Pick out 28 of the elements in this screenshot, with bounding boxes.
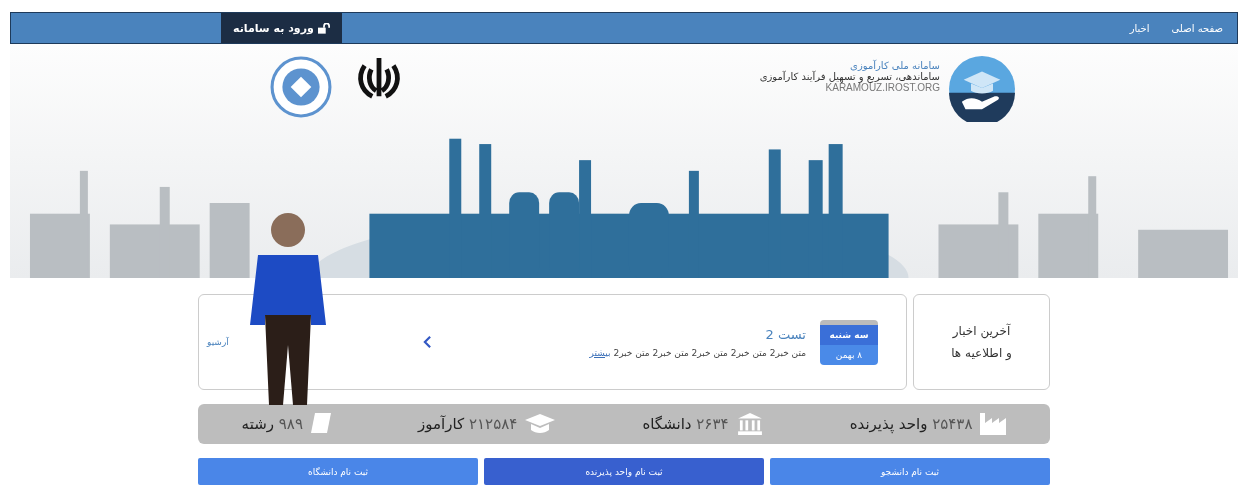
site-url: KARAMOUZ.IROST.ORG (825, 82, 940, 93)
graduation-cap-hand-logo-icon (946, 56, 1018, 122)
graduation-cap-icon (525, 414, 556, 434)
day-label: ۸ بهمن (820, 344, 878, 365)
news-title: تست 2 (765, 326, 806, 342)
site-title: سامانه ملی کارآموزی (849, 60, 940, 71)
login-button[interactable]: ورود به سامانه (221, 13, 342, 43)
unlock-icon (317, 22, 330, 34)
stat-text: ۲۵۴۳۸ واحد پذیرنده (849, 415, 973, 433)
university-icon (736, 413, 763, 435)
register-button[interactable]: ثبت نام واحد پذیرنده (484, 458, 764, 485)
stat-text: ۹۸۹ رشته (241, 415, 303, 433)
register-button[interactable]: ثبت نام دانشگاه (198, 458, 478, 485)
stat-text: ۲۱۲۵۸۴ کارآموز (418, 415, 518, 433)
site-subtitle: ساماندهی، تسریع و تسهیل فرآیند کارآموزی (759, 71, 940, 82)
ministry-logo-icon (270, 56, 332, 118)
weekday-label: سه شنبه (820, 324, 878, 345)
nav-link[interactable]: اخبار (1129, 22, 1150, 34)
stat-text: ۲۶۳۴ دانشگاه (642, 415, 729, 433)
book-icon (310, 413, 331, 435)
chevron-left-icon[interactable] (422, 335, 432, 349)
archive-link[interactable]: آرشیو (207, 337, 229, 347)
factory-icon (980, 413, 1007, 435)
register-button[interactable]: ثبت نام دانشجو (770, 458, 1050, 485)
more-link[interactable]: بیشتر (589, 347, 611, 358)
news-text: متن خبر2 متن خبر2 متن خبر2 متن خبر2 متن خبر2 بیشتر (589, 347, 806, 358)
nav-link[interactable]: صفحه اصلی (1171, 22, 1223, 34)
news-heading: آخرین اخبار و اطلاعیه ها (951, 322, 1012, 362)
